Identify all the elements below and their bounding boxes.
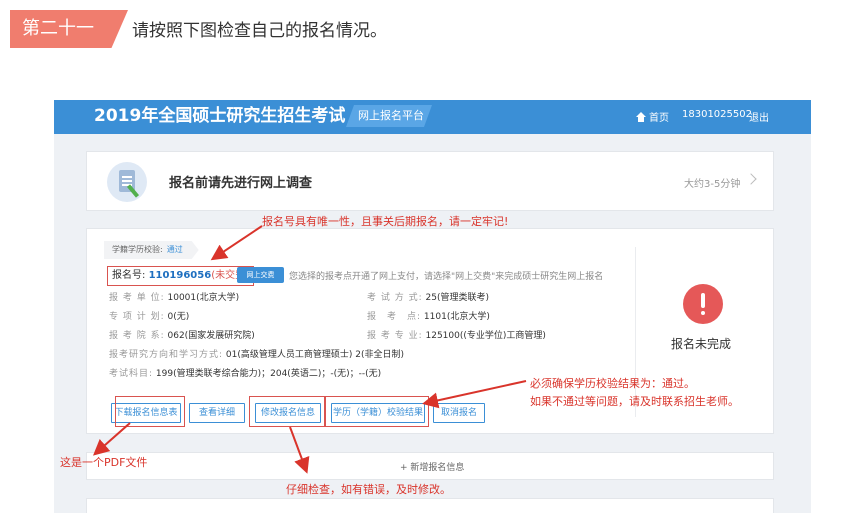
page: 第二十一 请按照下图检查自己的报名情况。 2019年全国硕士研究生招生考试 网上… xyxy=(0,0,856,513)
field-subjects: 考试科目: 199(管理类联考综合能力)；204(英语二)；-(无)；--(无) xyxy=(109,369,382,379)
survey-title: 报名前请先进行网上调查 xyxy=(169,176,313,191)
top-bar: 2019年全国硕士研究生招生考试 网上报名平台 首页 18301025502 退… xyxy=(54,100,811,134)
annotation-must-pass: 必须确保学历校验结果为：通过。 xyxy=(530,377,695,390)
field-exam-mode: 考 试 方 式: 25(管理类联考) xyxy=(367,293,489,303)
field-department: 报 考 院 系: 062(国家发展研究院) xyxy=(109,331,255,341)
verify-label: 学籍学历校验: xyxy=(112,245,163,254)
reg-no-value: 110196056 xyxy=(148,270,212,281)
alert-icon xyxy=(683,284,723,324)
field-major: 报 考 专 业: 125100((专业学位)工商管理) xyxy=(367,331,546,341)
nav-user-phone[interactable]: 18301025502 xyxy=(682,109,752,120)
add-registration-label: + 新增报名信息 xyxy=(400,463,465,473)
nav-home-link[interactable]: 首页 xyxy=(636,109,669,124)
survey-document-icon xyxy=(107,162,147,202)
chevron-right-icon xyxy=(745,173,757,185)
registration-status: 报名未完成 xyxy=(671,337,732,351)
annotation-check-carefully: 仔细检查，如有错误，及时修改。 xyxy=(286,483,451,496)
home-icon xyxy=(636,111,646,122)
highlight-verify xyxy=(325,396,429,427)
verify-status: 通过 xyxy=(166,245,183,254)
nav-logout-link[interactable]: 退出 xyxy=(749,109,769,124)
field-unit: 报 考 单 位: 10001(北京大学) xyxy=(109,293,240,303)
cancel-registration-button[interactable]: 取消报名 xyxy=(433,403,485,423)
view-detail-button[interactable]: 查看详细 xyxy=(189,403,245,423)
reg-no-label: 报名号: xyxy=(112,270,146,281)
field-special-plan: 专 项 计 划: 0(无) xyxy=(109,312,190,322)
annotation-unique-number: 报名号具有唯一性，且事关后期报名，请一定牢记! xyxy=(262,215,509,228)
annotation-contact-teacher: 如果不通过等问题，请及时联系招生老师。 xyxy=(530,395,739,408)
nav-home-label: 首页 xyxy=(649,113,669,124)
platform-tag: 网上报名平台 xyxy=(346,105,432,127)
pay-hint: 您选择的报考点开通了网上支付，请选择"网上交费"来完成硕士研究生网上报名 xyxy=(289,272,604,282)
step-tag: 第二十一 xyxy=(10,10,128,48)
add-registration-button[interactable]: + 新增报名信息 xyxy=(86,452,774,480)
portal-screenshot: 2019年全国硕士研究生招生考试 网上报名平台 首页 18301025502 退… xyxy=(54,100,811,513)
field-direction: 报考研究方向和学习方式: 01(高级管理人员工商管理硕士) 2(非全日制) xyxy=(109,350,405,360)
next-card xyxy=(86,498,774,513)
registration-number: 报名号: 110196056(未交费) xyxy=(107,266,254,286)
annotation-pdf-file: 这是一个PDF文件 xyxy=(60,456,148,469)
highlight-modify xyxy=(249,396,325,427)
site-title: 2019年全国硕士研究生招生考试 xyxy=(94,106,346,126)
online-pay-button[interactable]: 网上交费 xyxy=(237,267,284,283)
highlight-download xyxy=(115,396,185,427)
verify-status-tab[interactable]: 学籍学历校验: 通过 xyxy=(104,241,199,259)
step-instruction: 请按照下图检查自己的报名情况。 xyxy=(132,21,387,41)
divider xyxy=(635,247,636,417)
survey-card[interactable]: 报名前请先进行网上调查 大约3-5分钟 xyxy=(86,151,774,211)
survey-duration: 大约3-5分钟 xyxy=(684,179,741,190)
field-exam-site: 报 考 点: 1101(北京大学) xyxy=(367,312,490,322)
